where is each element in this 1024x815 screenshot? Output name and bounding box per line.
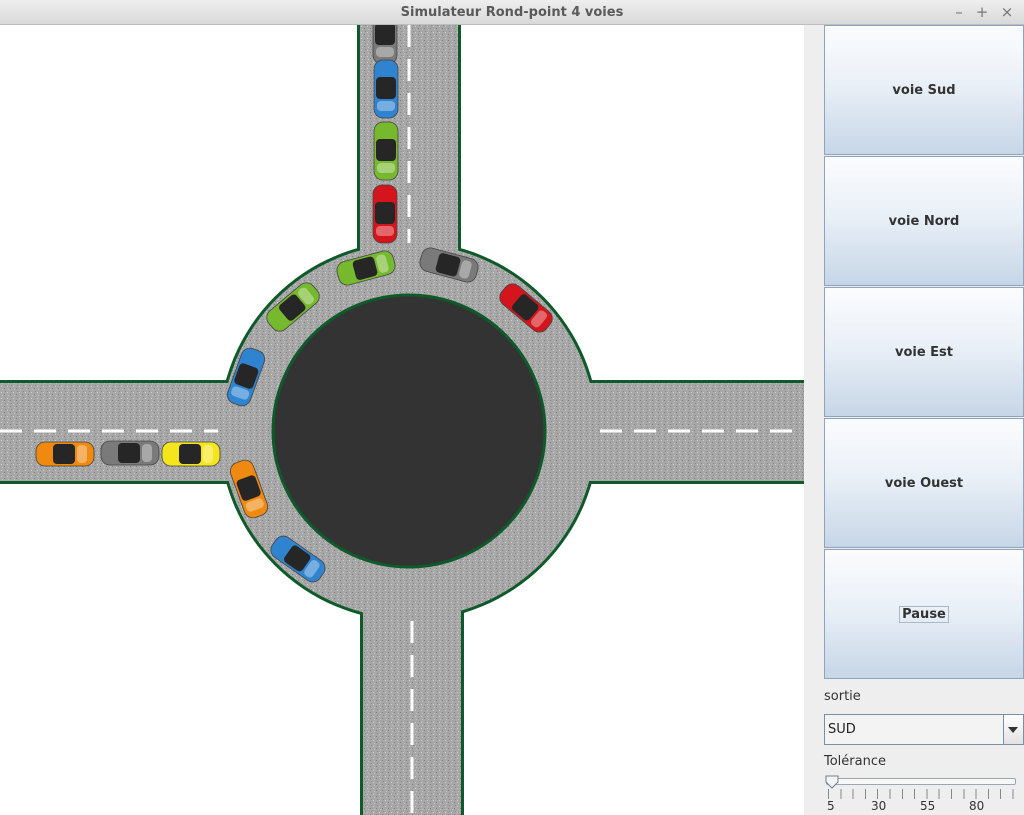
minimize-icon[interactable]: – — [950, 3, 968, 21]
tolerance-label: Tolérance — [824, 754, 886, 769]
chevron-down-icon[interactable] — [1003, 715, 1023, 744]
car-gray — [100, 440, 160, 466]
car-gray — [372, 25, 398, 65]
tick-label: 30 — [871, 799, 887, 813]
close-icon[interactable]: × — [998, 3, 1016, 21]
pause-label: Pause — [899, 605, 949, 623]
sortie-label: sortie — [824, 689, 861, 704]
voie-ouest-button[interactable]: voie Ouest — [824, 418, 1024, 548]
tolerance-slider-track[interactable] — [826, 778, 1016, 785]
voie-nord-button[interactable]: voie Nord — [824, 156, 1024, 286]
tick-label: 5 — [827, 799, 835, 813]
car-red — [372, 184, 398, 244]
car-orange — [35, 441, 95, 467]
sortie-select[interactable]: SUD — [824, 714, 1024, 745]
voie-est-button[interactable]: voie Est — [824, 287, 1024, 417]
window-title: Simulateur Rond-point 4 voies — [400, 5, 624, 20]
car-yellow — [161, 441, 221, 467]
roundabout-drawing — [0, 25, 804, 815]
tolerance-ticks — [828, 789, 1018, 799]
central-island — [271, 293, 547, 569]
sortie-value: SUD — [828, 722, 856, 737]
pause-button[interactable]: Pause — [824, 549, 1024, 679]
tick-label: 55 — [920, 799, 936, 813]
car-green — [373, 121, 399, 181]
simulation-canvas — [0, 25, 804, 815]
maximize-icon[interactable]: + — [973, 3, 991, 21]
tick-label: 80 — [969, 799, 985, 813]
voie-sud-button[interactable]: voie Sud — [824, 25, 1024, 155]
control-panel: voie Sud voie Nord voie Est voie Ouest P… — [804, 25, 1024, 815]
tolerance-slider-thumb[interactable] — [825, 775, 839, 789]
title-bar: Simulateur Rond-point 4 voies – + × — [0, 0, 1024, 25]
car-blue — [373, 59, 399, 119]
